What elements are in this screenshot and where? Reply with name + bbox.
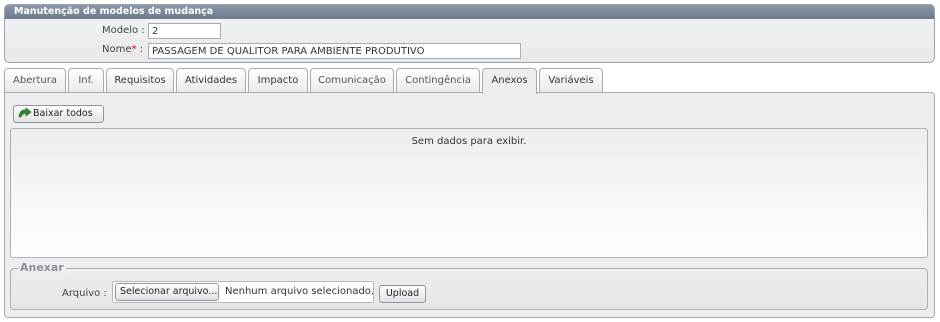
attach-legend: Anexar: [18, 261, 66, 274]
download-all-button[interactable]: Baixar todos: [13, 105, 104, 123]
tab-inf[interactable]: Inf.: [68, 68, 104, 93]
tab-comunicacao[interactable]: Comunicação: [310, 68, 394, 93]
tab-requisitos[interactable]: Requisitos: [106, 68, 174, 93]
attachments-grid: Sem dados para exibir.: [10, 128, 928, 258]
tab-contingencia[interactable]: Contingência: [396, 68, 480, 93]
download-all-label: Baixar todos: [33, 108, 93, 119]
file-input[interactable]: Selecionar arquivo... Nenhum arquivo sel…: [112, 281, 374, 303]
no-file-text: Nenhum arquivo selecionado.: [225, 286, 374, 297]
tab-abertura[interactable]: Abertura: [4, 68, 66, 93]
download-icon: [17, 106, 33, 119]
tab-variaveis[interactable]: Variáveis: [539, 68, 603, 93]
panel-title: Manutenção de modelos de mudança: [5, 5, 934, 19]
modelo-label: Modelo :: [102, 25, 145, 36]
tab-impacto[interactable]: Impacto: [248, 68, 308, 93]
nome-label: Nome: [102, 44, 132, 55]
nome-label-wrap: Nome* :: [102, 44, 143, 55]
empty-message: Sem dados para exibir.: [411, 136, 527, 147]
upload-button[interactable]: Upload: [379, 285, 426, 303]
tab-anexos[interactable]: Anexos: [482, 68, 537, 94]
required-marker: *: [131, 44, 137, 55]
select-file-button[interactable]: Selecionar arquivo...: [115, 283, 219, 301]
nome-input[interactable]: [148, 43, 521, 59]
modelo-input[interactable]: [148, 23, 221, 39]
tab-bar: Abertura Inf. Requisitos Atividades Impa…: [4, 68, 935, 94]
tab-atividades[interactable]: Atividades: [176, 68, 246, 93]
nome-colon: :: [139, 44, 144, 55]
arquivo-label: Arquivo :: [62, 288, 107, 299]
